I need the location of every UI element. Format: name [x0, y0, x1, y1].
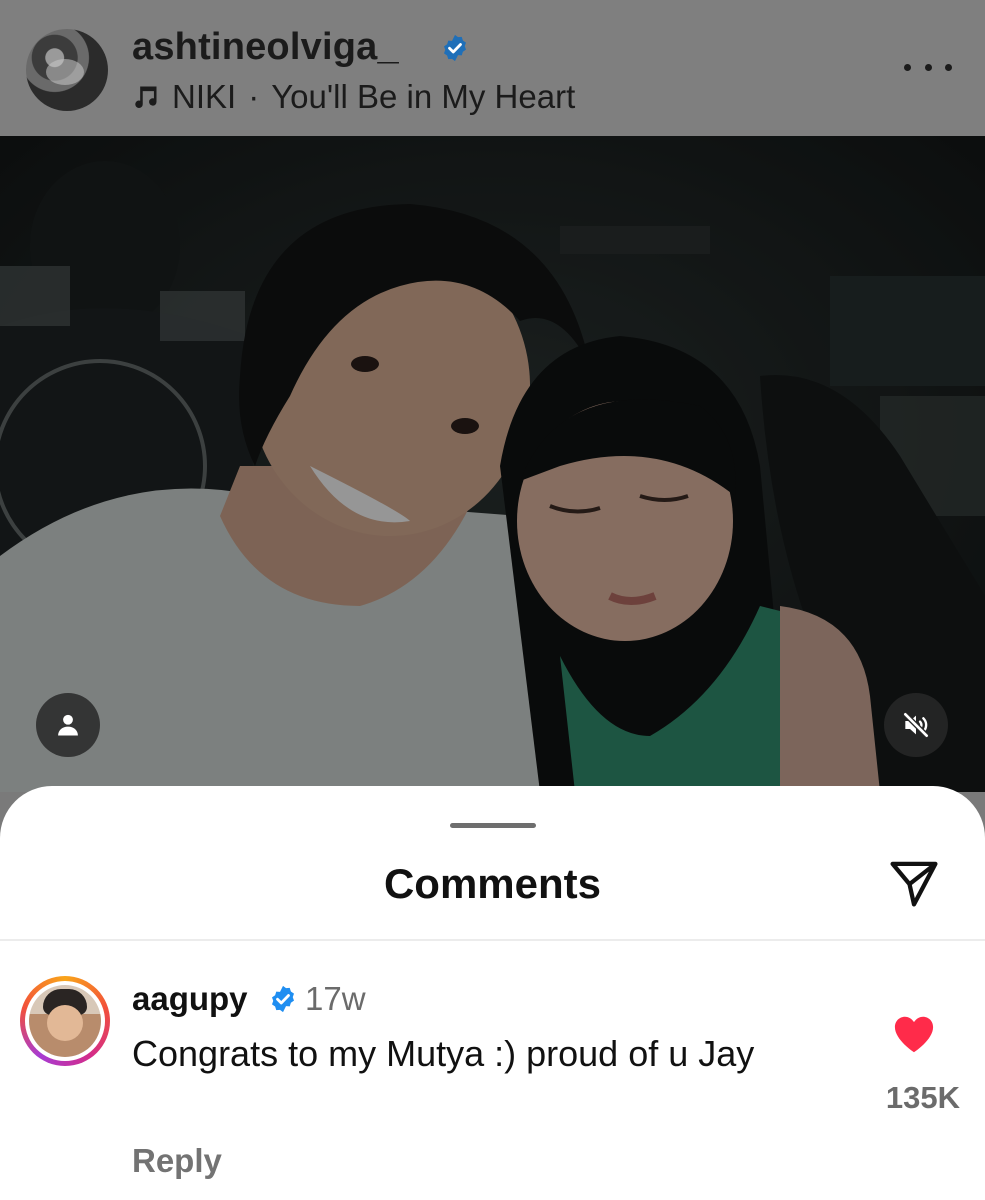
verified-badge-icon: [272, 985, 294, 1013]
commenter-avatar-story-ring[interactable]: [20, 976, 110, 1066]
music-separator: ·: [248, 78, 260, 115]
music-song-title: You'll Be in My Heart: [271, 78, 576, 115]
mute-toggle-button[interactable]: [884, 693, 948, 757]
verified-badge-icon: [444, 34, 466, 62]
music-artist: NIKI: [172, 78, 237, 115]
speaker-muted-icon: [902, 711, 930, 739]
commenter-username[interactable]: aagupy: [132, 980, 248, 1018]
post-header: ashtineolviga_ NIKI · You'll Be in My He…: [0, 0, 985, 136]
tagged-people-button[interactable]: [36, 693, 100, 757]
post-photo: [0, 136, 985, 792]
post-media[interactable]: [0, 136, 985, 792]
music-note-icon: [135, 86, 157, 109]
instagram-post-screen: ashtineolviga_ NIKI · You'll Be in My He…: [0, 0, 985, 1200]
post-music-label[interactable]: NIKI · You'll Be in My Heart: [132, 77, 575, 117]
post-author-avatar[interactable]: [26, 29, 108, 111]
commenter-avatar: [29, 985, 101, 1057]
comment-item: aagupy 17w Congrats to my Mutya :) proud…: [0, 786, 985, 1200]
comment-text: Congrats to my Mutya :) proud of u Jay: [132, 1033, 755, 1074]
post-author-username[interactable]: ashtineolviga_: [132, 26, 399, 69]
reply-button[interactable]: Reply: [132, 1142, 222, 1180]
more-options-icon[interactable]: [904, 52, 952, 82]
comment-timestamp: 17w: [305, 980, 366, 1017]
comment-like-count: 135K: [885, 1080, 960, 1115]
person-tag-icon: [58, 714, 78, 736]
heart-like-icon[interactable]: [892, 1014, 936, 1054]
